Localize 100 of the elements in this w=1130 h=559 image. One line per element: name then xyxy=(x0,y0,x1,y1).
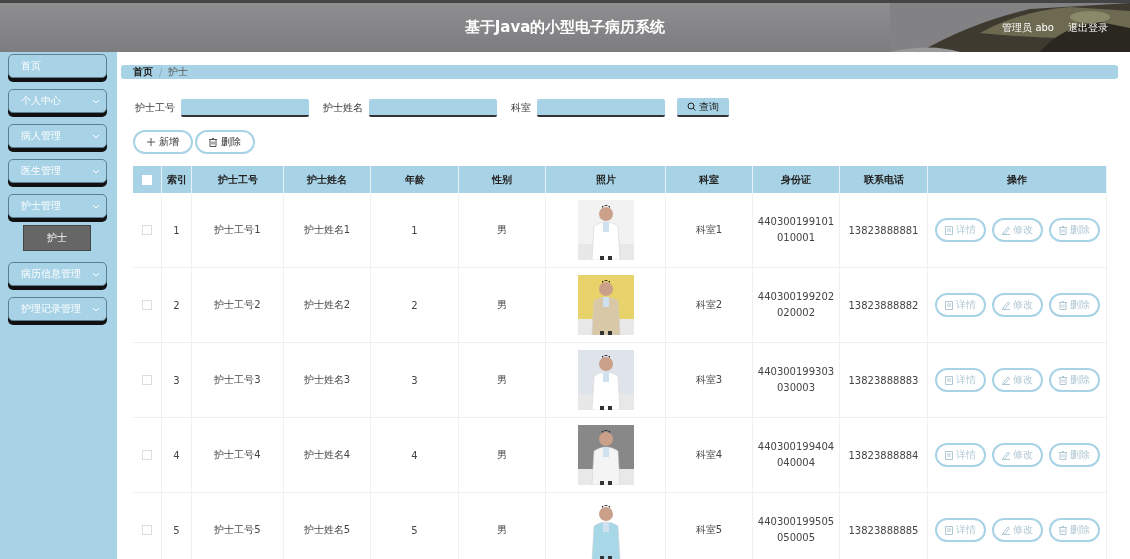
table-cell-text: 440300199303030003 xyxy=(756,365,836,395)
document-icon xyxy=(944,300,953,310)
field-label: 护士工号 xyxy=(135,100,175,115)
column-header: 性别 xyxy=(492,172,512,187)
edit-button[interactable]: 修改 xyxy=(991,518,1043,542)
table-cell: 护士工号3 xyxy=(214,373,261,387)
row-checkbox[interactable] xyxy=(142,450,152,460)
table-cell: 护士工号5 xyxy=(214,523,261,537)
table-cell-text: 440300199505050005 xyxy=(756,515,836,545)
row-checkbox[interactable] xyxy=(142,525,152,535)
breadcrumb-separator: / xyxy=(159,66,163,78)
trash-icon xyxy=(1058,450,1067,460)
row-checkbox[interactable] xyxy=(142,375,152,385)
pencil-icon xyxy=(1001,525,1010,535)
table-cell: 4 xyxy=(173,449,180,461)
pencil-icon xyxy=(1001,300,1010,310)
trash-icon xyxy=(1058,525,1067,535)
pencil-icon xyxy=(1001,225,1010,235)
table-cell: 男 xyxy=(497,523,507,537)
table-cell: 13823888885 xyxy=(848,524,919,536)
document-icon xyxy=(944,525,953,535)
column-header: 科室 xyxy=(699,172,719,187)
row-checkbox[interactable] xyxy=(142,300,152,310)
search-field[interactable] xyxy=(181,98,309,117)
detail-button[interactable]: 详情 xyxy=(934,443,986,467)
detail-button[interactable]: 详情 xyxy=(934,368,986,392)
table-cell: 1 xyxy=(411,224,418,236)
table-cell: 护士姓名1 xyxy=(303,223,351,237)
table-cell: 男 xyxy=(497,298,507,312)
delete-button[interactable]: 删除 xyxy=(1048,218,1100,242)
plus-icon xyxy=(147,138,155,146)
breadcrumb-link[interactable]: 首页 xyxy=(133,65,153,79)
table-cell: 科室5 xyxy=(695,523,723,537)
table-cell: 2 xyxy=(173,299,180,311)
select-all-checkbox[interactable] xyxy=(142,174,152,185)
document-icon xyxy=(944,375,953,385)
delete-button[interactable]: 删除 xyxy=(195,130,255,154)
delete-button[interactable]: 删除 xyxy=(1048,518,1100,542)
table-cell: 护士姓名5 xyxy=(303,523,351,537)
table-cell-text: 440300199404040004 xyxy=(756,440,836,470)
table-cell: 3 xyxy=(411,374,418,386)
trash-icon xyxy=(1058,225,1067,235)
field-label: 护士姓名 xyxy=(323,100,363,115)
table-cell: 13823888882 xyxy=(848,299,919,311)
delete-button[interactable]: 删除 xyxy=(1048,293,1100,317)
field-label: 科室 xyxy=(511,100,531,115)
sidebar-subitem[interactable]: 护士 xyxy=(23,225,91,251)
table-cell: 13823888884 xyxy=(848,449,919,461)
table-cell: 护士姓名3 xyxy=(303,373,351,387)
row-checkbox[interactable] xyxy=(142,225,152,235)
trash-icon xyxy=(1058,375,1067,385)
edit-button[interactable]: 修改 xyxy=(991,218,1043,242)
column-header: 索引 xyxy=(166,172,187,187)
table-cell-text: 440300199202020002 xyxy=(756,290,836,320)
table-cell: 男 xyxy=(497,448,507,462)
app-title: 基于Java的小型电子病历系统 xyxy=(464,18,666,37)
pencil-icon xyxy=(1001,375,1010,385)
table-cell: 科室2 xyxy=(695,298,723,312)
search-button[interactable]: 查询 xyxy=(677,98,729,117)
column-header: 年龄 xyxy=(404,172,425,187)
table-cell: 5 xyxy=(173,524,180,536)
table-cell: 护士姓名2 xyxy=(303,298,351,312)
chevron-down-icon xyxy=(92,306,100,312)
table-cell: 科室1 xyxy=(695,223,723,237)
edit-button[interactable]: 修改 xyxy=(991,368,1043,392)
table-cell: 护士工号1 xyxy=(214,223,261,237)
table-cell: 13823888883 xyxy=(848,374,919,386)
add-button[interactable]: 新增 xyxy=(133,130,193,154)
column-header: 照片 xyxy=(595,172,616,187)
detail-button[interactable]: 详情 xyxy=(934,293,986,317)
delete-button[interactable]: 删除 xyxy=(1048,443,1100,467)
detail-button[interactable]: 详情 xyxy=(934,218,986,242)
trash-icon xyxy=(209,137,217,147)
edit-button[interactable]: 修改 xyxy=(991,293,1043,317)
table-cell: 护士工号4 xyxy=(214,448,261,462)
chevron-down-icon xyxy=(92,98,100,104)
table-cell: 护士姓名4 xyxy=(303,448,351,462)
edit-button[interactable]: 修改 xyxy=(991,443,1043,467)
delete-button[interactable]: 删除 xyxy=(1048,368,1100,392)
document-icon xyxy=(944,450,953,460)
breadcrumb-current: 护士 xyxy=(168,65,189,79)
detail-button[interactable]: 详情 xyxy=(934,518,986,542)
column-header: 操作 xyxy=(1007,172,1027,187)
pencil-icon xyxy=(1001,450,1010,460)
column-header: 联系电话 xyxy=(863,172,904,187)
table-cell: 4 xyxy=(411,449,418,461)
search-field[interactable] xyxy=(537,98,665,117)
table-cell: 男 xyxy=(497,373,507,387)
column-header: 护士工号 xyxy=(217,172,258,187)
search-icon xyxy=(687,102,696,111)
table-cell: 科室3 xyxy=(695,373,723,387)
table-cell: 1 xyxy=(173,224,180,236)
chevron-down-icon xyxy=(92,168,100,174)
chevron-down-icon xyxy=(92,203,100,209)
column-header: 身份证 xyxy=(781,172,811,187)
chevron-down-icon xyxy=(92,133,100,139)
document-icon xyxy=(944,225,953,235)
table-cell: 护士工号2 xyxy=(214,298,261,312)
search-field[interactable] xyxy=(369,98,497,117)
column-header: 护士姓名 xyxy=(307,172,347,187)
